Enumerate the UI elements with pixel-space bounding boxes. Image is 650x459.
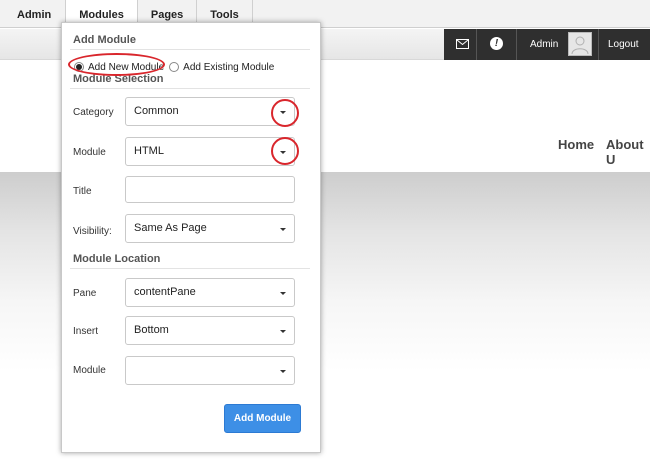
add-mode-radio-group: Add New Module Add Existing Module [74, 61, 279, 73]
menu-admin[interactable]: Admin [0, 0, 67, 28]
category-select[interactable]: Common [125, 97, 295, 126]
category-label: Category [73, 107, 114, 118]
insert-value: Bottom [134, 324, 169, 336]
user-name-link[interactable]: Admin [530, 29, 558, 60]
insert-select[interactable]: Bottom [125, 316, 295, 345]
radio-add-new-label[interactable]: Add New Module [88, 62, 164, 73]
avatar[interactable] [568, 32, 592, 56]
chevron-down-icon [280, 228, 286, 231]
module-value: HTML [134, 145, 164, 157]
chevron-down-icon [280, 111, 286, 114]
radio-add-existing[interactable] [169, 62, 180, 72]
title-input[interactable] [125, 176, 295, 203]
visibility-value: Same As Page [134, 222, 207, 234]
module-select[interactable]: HTML [125, 137, 295, 166]
divider [476, 29, 477, 60]
pane-value: contentPane [134, 286, 196, 298]
chevron-down-icon [280, 292, 286, 295]
nav-home[interactable]: Home [558, 137, 594, 152]
add-module-button[interactable]: Add Module [224, 404, 301, 433]
add-module-panel: Add Module Add New Module Add Existing M… [61, 22, 321, 453]
pane-label: Pane [73, 288, 97, 299]
module-position-select[interactable] [125, 356, 295, 385]
module-selection-heading: Module Selection [73, 73, 164, 85]
nav-about[interactable]: About U [606, 137, 650, 167]
divider [70, 49, 310, 50]
visibility-label: Visibility: [73, 226, 112, 237]
panel-title: Add Module [73, 34, 136, 46]
category-value: Common [134, 105, 179, 117]
radio-add-new[interactable] [74, 62, 84, 72]
title-label: Title [73, 186, 92, 197]
chevron-down-icon [280, 370, 286, 373]
divider [70, 268, 310, 269]
mail-icon[interactable] [456, 39, 469, 49]
pane-select[interactable]: contentPane [125, 278, 295, 307]
insert-label: Insert [73, 326, 99, 337]
notification-icon[interactable]: ! [490, 37, 503, 50]
visibility-select[interactable]: Same As Page [125, 214, 295, 243]
divider [516, 29, 517, 60]
divider [598, 29, 599, 60]
chevron-down-icon [280, 151, 286, 154]
divider [70, 88, 310, 89]
chevron-down-icon [280, 330, 286, 333]
radio-add-existing-label[interactable]: Add Existing Module [183, 62, 274, 73]
logout-link[interactable]: Logout [608, 29, 639, 60]
module-position-label: Module [73, 365, 106, 376]
module-location-heading: Module Location [73, 253, 161, 265]
module-label: Module [73, 147, 106, 158]
